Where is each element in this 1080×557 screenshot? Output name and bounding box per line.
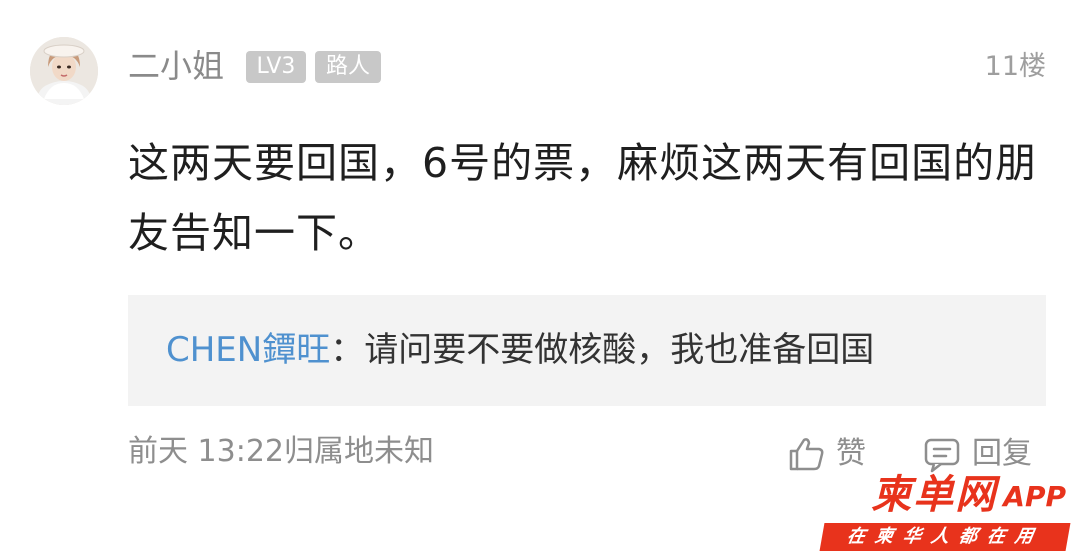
- post-location: 归属地未知: [284, 434, 434, 469]
- watermark-logo: 柬单网 APP 在柬华人都在用: [814, 471, 1072, 553]
- role-badge: 路人: [315, 51, 381, 83]
- watermark-brand: 柬单网: [871, 472, 998, 518]
- like-button[interactable]: 赞: [786, 432, 866, 476]
- floor-number: 11楼: [984, 51, 1046, 82]
- avatar[interactable]: [30, 37, 98, 105]
- quote-author-link[interactable]: CHEN鐔旺: [166, 330, 330, 370]
- quoted-reply[interactable]: CHEN鐔旺：请问要不要做核酸，我也准备回国: [128, 295, 1046, 406]
- quote-separator: ：: [330, 330, 365, 370]
- post-time: 前天 13:22: [128, 434, 284, 469]
- reply-button[interactable]: 回复: [922, 432, 1032, 476]
- username[interactable]: 二小姐: [128, 44, 224, 88]
- watermark-brand-row: 柬单网 APP: [814, 471, 1072, 517]
- quote-text: 请问要不要做核酸，我也准备回国: [364, 330, 875, 370]
- watermark-slogan: 在柬华人都在用: [819, 523, 1071, 551]
- reply-label: 回复: [972, 436, 1032, 471]
- quoted-reply-line: CHEN鐔旺：请问要不要做核酸，我也准备回国: [166, 326, 874, 374]
- level-badge: LV3: [246, 51, 306, 83]
- post-content: 这两天要回国，6号的票，麻烦这两天有回国的朋友告知一下。: [128, 139, 1038, 257]
- post-meta: 前天 13:22归属地未知: [128, 432, 434, 472]
- comment-icon: [924, 438, 960, 473]
- like-label: 赞: [836, 436, 866, 471]
- thumbs-up-icon: [789, 438, 824, 471]
- watermark-app: APP: [1003, 480, 1066, 513]
